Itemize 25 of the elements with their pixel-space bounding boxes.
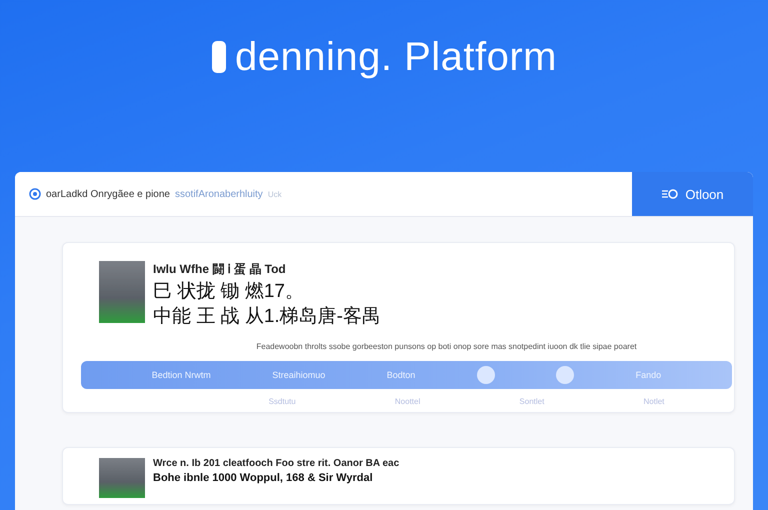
circle-icon[interactable] — [476, 366, 495, 384]
footer-label: Sontlet — [519, 397, 544, 406]
course-headline: 巳 状拢 锄 燃17。 — [153, 280, 305, 303]
course-meta: Wrce n. Ib 201 cleatfooch Foo stre rit. Oanor BA eac — [153, 458, 400, 469]
footer-label: Ssdtutu — [268, 397, 296, 406]
breadcrumb: oarLadkd Onrygãee e pione — [46, 188, 170, 200]
course-description: Feadewoobn throlts ssobe gorbeeston punsons op boti onop sore mas snotpedint iuoon dk tlie sipae poaret — [255, 342, 638, 351]
photo-placeholder — [99, 261, 145, 323]
bar-link[interactable]: Streaihiomuo — [272, 370, 326, 380]
bar-link[interactable]: Fando — [636, 370, 662, 380]
course-meta: Iwlu Wfhe 闘 ⅰ 蛋 晶 Tod — [153, 261, 287, 278]
course-headline: Bohe ibnle 1000 Woppul, 168 & Sir Wyrdal — [153, 471, 374, 485]
course-headline: 中能 王 战 从1.梯岛唐-客禺 — [153, 305, 382, 328]
breadcrumb-hint: ssotifAronaberhluity — [174, 188, 263, 200]
options-button[interactable]: Otloon — [632, 172, 753, 216]
footer-label: Notlet — [644, 397, 664, 406]
logo-icon — [210, 39, 227, 75]
circle-icon[interactable] — [556, 366, 574, 384]
info-icon — [29, 188, 41, 200]
page-title: denning. Platform — [234, 34, 557, 80]
breadcrumb-extra: Uck — [268, 190, 282, 198]
footer-label: Noottel — [394, 397, 420, 406]
photo-placeholder — [99, 458, 145, 498]
bar-link[interactable]: Bedtion Nrwtm — [152, 370, 211, 380]
bar-link[interactable]: Bodton — [386, 370, 416, 380]
